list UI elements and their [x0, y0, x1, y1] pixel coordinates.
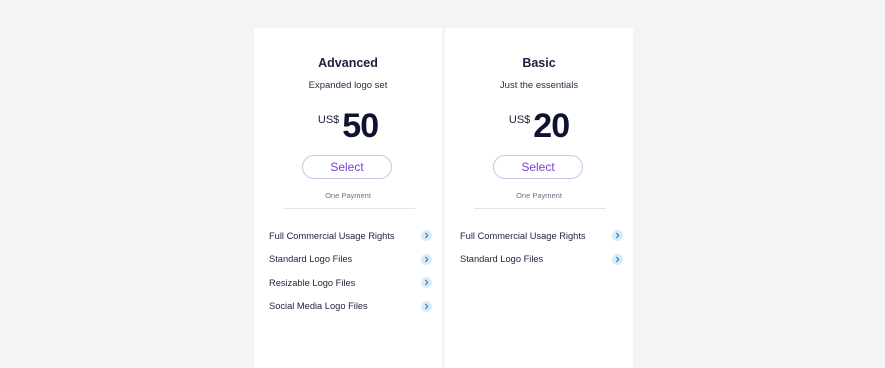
feature-list: Full Commercial Usage Rights Standard Lo…	[269, 224, 432, 318]
plan-card-advanced: Advanced Expanded logo set US$ 50 Select…	[254, 28, 442, 368]
plan-description: Expanded logo set	[308, 80, 388, 91]
price-currency: US$	[317, 114, 340, 126]
feature-label: Social Media Logo Files	[269, 301, 368, 312]
price-amount: 20	[533, 107, 570, 145]
feature-item: Full Commercial Usage Rights	[460, 224, 623, 248]
feature-label: Standard Logo Files	[269, 254, 353, 265]
feature-label: Full Commercial Usage Rights	[269, 230, 395, 241]
feature-item: Standard Logo Files	[460, 248, 623, 272]
plan-card-basic: Basic Just the essentials US$ 20 Select …	[445, 28, 633, 368]
feature-list: Full Commercial Usage Rights Standard Lo…	[460, 224, 623, 271]
plan-description: Just the essentials	[499, 80, 579, 91]
plan-name: Basic	[522, 56, 556, 70]
feature-label: Resizable Logo Files	[269, 277, 356, 288]
feature-item: Full Commercial Usage Rights	[269, 224, 432, 248]
plan-price: US$ 50	[254, 104, 442, 148]
feature-label: Full Commercial Usage Rights	[460, 230, 586, 241]
feature-item: Standard Logo Files	[269, 248, 432, 272]
plan-name: Advanced	[318, 56, 378, 70]
chevron-right-icon[interactable]	[421, 300, 432, 312]
chevron-right-icon[interactable]	[612, 253, 623, 265]
feature-label: Standard Logo Files	[460, 254, 544, 265]
payment-note: One Payment	[325, 191, 371, 200]
price-amount: 50	[342, 107, 379, 145]
chevron-right-icon[interactable]	[421, 277, 432, 289]
select-button-basic[interactable]: Select	[493, 155, 583, 179]
chevron-right-icon[interactable]	[421, 230, 432, 242]
divider	[283, 208, 415, 209]
chevron-right-icon[interactable]	[421, 253, 432, 265]
chevron-right-icon[interactable]	[612, 230, 623, 242]
plan-price: US$ 20	[445, 104, 633, 148]
feature-item: Resizable Logo Files	[269, 271, 432, 295]
select-button-advanced[interactable]: Select	[302, 155, 392, 179]
feature-item: Social Media Logo Files	[269, 295, 432, 319]
price-currency: US$	[508, 114, 531, 126]
payment-note: One Payment	[516, 191, 562, 200]
divider	[474, 208, 606, 209]
